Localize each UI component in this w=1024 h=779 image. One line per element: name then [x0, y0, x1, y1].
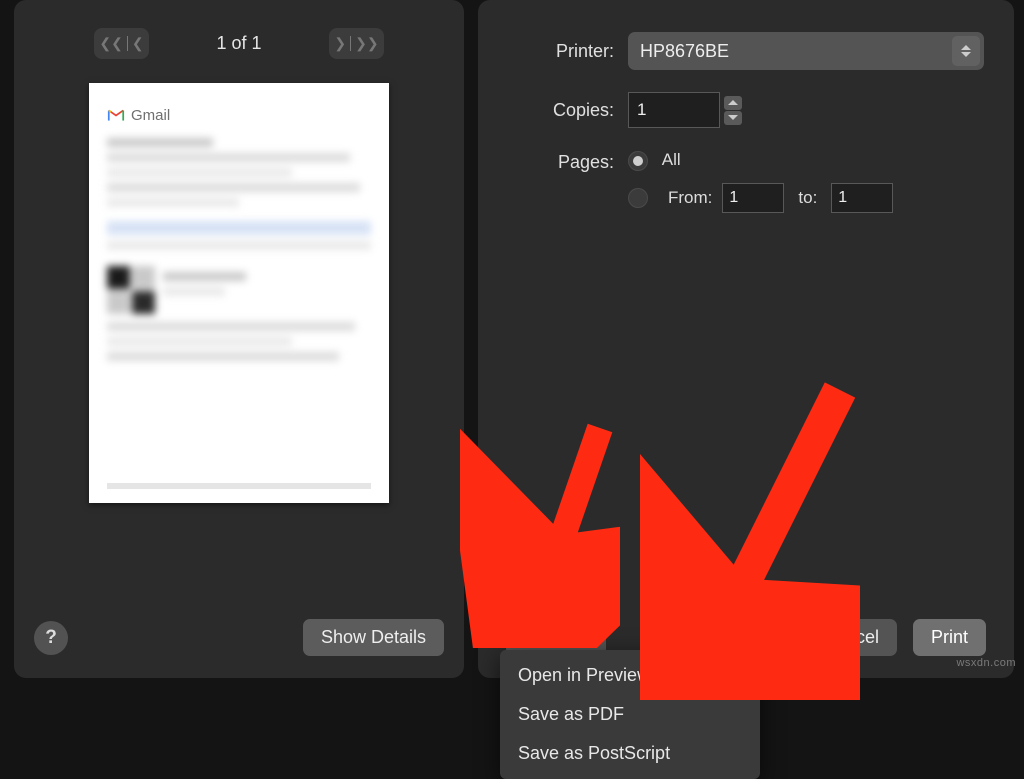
- preview-panel: ❮❮ ❮ 1 of 1 ❯ ❯❯ Gmail: [14, 0, 464, 678]
- page-nav: ❮❮ ❮ 1 of 1 ❯ ❯❯: [14, 0, 464, 69]
- chevron-down-icon: [566, 626, 588, 648]
- show-details-button[interactable]: Show Details: [303, 619, 444, 656]
- copies-label: Copies:: [488, 100, 628, 121]
- prev-page-button[interactable]: ❮❮ ❮: [94, 28, 149, 59]
- page-preview: Gmail: [89, 83, 389, 503]
- radio-icon: [628, 188, 648, 208]
- print-options-panel: Printer: HP8676BE Copies: Pages: All: [478, 0, 1014, 678]
- menu-open-preview[interactable]: Open in Preview: [500, 656, 760, 695]
- pages-to-input[interactable]: [831, 183, 893, 213]
- printer-select[interactable]: HP8676BE: [628, 32, 984, 70]
- radio-icon: [628, 151, 648, 171]
- chevron-left-icon: ❮: [132, 35, 144, 52]
- chevron-down-icon: [728, 115, 738, 120]
- chevron-right-icon: ❯❯: [355, 35, 378, 52]
- gmail-label: Gmail: [131, 107, 170, 124]
- pages-from-input[interactable]: [722, 183, 784, 213]
- watermark: wsxdn.com: [956, 657, 1016, 669]
- updown-icon: [952, 36, 980, 66]
- pdf-menu: Open in Preview Save as PDF Save as Post…: [500, 650, 760, 779]
- pages-range-option[interactable]: From: to:: [628, 183, 893, 213]
- help-button[interactable]: ?: [34, 621, 68, 655]
- next-page-button[interactable]: ❯ ❯❯: [329, 28, 384, 59]
- copies-stepper[interactable]: [724, 92, 744, 128]
- cancel-button[interactable]: Cancel: [805, 619, 897, 656]
- menu-save-postscript[interactable]: Save as PostScript: [500, 734, 760, 773]
- printer-label: Printer:: [488, 41, 628, 62]
- gmail-icon: [107, 109, 125, 122]
- help-icon: ?: [45, 627, 57, 649]
- chevron-left-icon: ❮❮: [99, 35, 122, 52]
- copies-input[interactable]: [628, 92, 720, 128]
- chevron-right-icon: ❯: [334, 35, 346, 52]
- chevron-up-icon: [728, 100, 738, 105]
- page-indicator: 1 of 1: [179, 33, 299, 54]
- menu-save-pdf[interactable]: Save as PDF: [500, 695, 760, 734]
- pages-label: Pages:: [488, 150, 628, 173]
- print-button[interactable]: Print: [913, 619, 986, 656]
- pages-all-option[interactable]: All: [628, 150, 893, 171]
- blurred-content: [107, 138, 371, 361]
